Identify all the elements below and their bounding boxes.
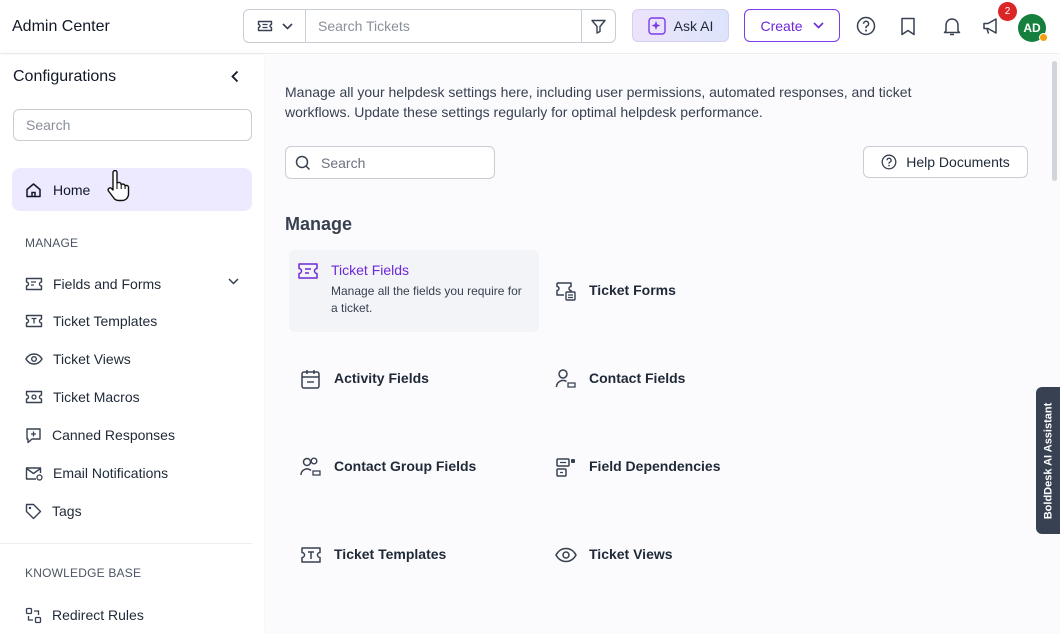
sidebar-item-ticket-templates[interactable]: Ticket Templates bbox=[25, 310, 245, 332]
chevron-down-icon bbox=[228, 278, 239, 285]
megaphone-icon bbox=[983, 18, 997, 34]
create-button[interactable]: Create bbox=[744, 9, 840, 42]
create-label: Create bbox=[760, 17, 803, 34]
card-activity-fields[interactable]: Activity Fields bbox=[300, 368, 429, 390]
card-description: Manage all the fields you require for a … bbox=[331, 284, 522, 315]
sidebar-title: Configurations bbox=[13, 68, 117, 85]
sidebar-item-ticket-macros[interactable]: Ticket Macros bbox=[25, 386, 245, 408]
ask-ai-button[interactable]: Ask AI bbox=[632, 9, 729, 42]
tag-icon bbox=[25, 503, 42, 519]
eye-icon bbox=[25, 353, 43, 365]
hand-cursor-icon bbox=[107, 170, 130, 202]
redirect-icon bbox=[25, 607, 42, 623]
ticket-search-group bbox=[243, 9, 616, 43]
ticket-icon bbox=[257, 20, 272, 32]
bookmark-button[interactable] bbox=[897, 15, 919, 37]
card-contact-fields[interactable]: Contact Fields bbox=[555, 368, 685, 390]
section-manage: MANAGE bbox=[25, 236, 79, 250]
ticket-template-icon bbox=[301, 547, 321, 563]
ticket-field-icon bbox=[25, 277, 43, 291]
card-label: Ticket Views bbox=[589, 546, 673, 562]
chevron-left-icon bbox=[231, 70, 239, 83]
ticket-search-input[interactable] bbox=[306, 10, 581, 42]
section-knowledge-base: KNOWLEDGE BASE bbox=[25, 566, 142, 580]
sidebar-item-label: Email Notifications bbox=[53, 465, 169, 481]
card-label: Contact Group Fields bbox=[334, 458, 477, 474]
sidebar-item-label: Tags bbox=[52, 503, 82, 519]
card-label: Ticket Forms bbox=[589, 282, 676, 298]
sidebar-item-ticket-views[interactable]: Ticket Views bbox=[25, 348, 245, 370]
question-circle-icon bbox=[856, 16, 876, 36]
chevron-down-icon bbox=[812, 22, 824, 29]
app-title: Admin Center bbox=[12, 18, 110, 35]
filter-icon bbox=[591, 19, 606, 34]
sidebar-item-home[interactable]: Home bbox=[12, 168, 252, 211]
contact-group-icon bbox=[300, 457, 321, 476]
card-ticket-views[interactable]: Ticket Views bbox=[555, 544, 673, 566]
card-label: Activity Fields bbox=[334, 370, 429, 386]
bookmark-icon bbox=[901, 17, 915, 35]
card-field-dependencies[interactable]: Field Dependencies bbox=[555, 456, 720, 478]
sidebar-item-redirect-rules[interactable]: Redirect Rules bbox=[25, 604, 245, 626]
card-ticket-templates[interactable]: Ticket Templates bbox=[300, 544, 446, 566]
sparkle-icon bbox=[647, 16, 666, 35]
top-bar: Admin Center Ask AI Create 2 AD bbox=[0, 0, 1060, 54]
divider bbox=[0, 543, 252, 544]
eye-icon bbox=[555, 547, 577, 563]
question-circle-icon bbox=[881, 154, 897, 170]
sidebar: Configurations Home MANAGE Fields and Fo… bbox=[0, 55, 264, 634]
scrollbar[interactable] bbox=[1052, 61, 1057, 181]
sidebar-item-label: Redirect Rules bbox=[52, 607, 144, 623]
calendar-icon bbox=[301, 370, 320, 389]
sidebar-item-tags[interactable]: Tags bbox=[25, 500, 245, 522]
field-dependency-icon bbox=[556, 458, 575, 477]
card-label: Ticket Fields bbox=[331, 262, 410, 278]
card-contact-group-fields[interactable]: Contact Group Fields bbox=[300, 456, 476, 478]
ask-ai-label: Ask AI bbox=[673, 17, 714, 34]
announcements-button[interactable] bbox=[981, 15, 1003, 37]
collapse-sidebar-button[interactable] bbox=[230, 70, 240, 83]
contact-icon bbox=[555, 369, 576, 388]
chevron-down-icon bbox=[281, 22, 293, 30]
notifications-button[interactable] bbox=[941, 15, 963, 37]
sidebar-item-label: Canned Responses bbox=[52, 427, 175, 443]
filter-button[interactable] bbox=[581, 10, 615, 42]
sidebar-item-label: Ticket Macros bbox=[53, 389, 140, 405]
card-ticket-forms[interactable]: Ticket Forms bbox=[555, 280, 676, 302]
search-type-dropdown[interactable] bbox=[244, 10, 306, 42]
card-label: Contact Fields bbox=[589, 370, 686, 386]
search-icon bbox=[295, 155, 311, 170]
ai-assistant-tab[interactable]: BoldDesk AI Assistant bbox=[1036, 387, 1060, 534]
notification-badge: 2 bbox=[998, 2, 1017, 21]
sidebar-item-email-notifications[interactable]: Email Notifications bbox=[25, 462, 245, 484]
ai-assistant-label: BoldDesk AI Assistant bbox=[1042, 402, 1054, 519]
sidebar-item-canned-responses[interactable]: Canned Responses bbox=[25, 424, 245, 446]
sidebar-search-input[interactable] bbox=[13, 109, 252, 141]
sidebar-item-label: Fields and Forms bbox=[53, 276, 162, 292]
help-documents-label: Help Documents bbox=[906, 154, 1010, 170]
sidebar-item-label: Ticket Templates bbox=[53, 313, 158, 329]
intro-text: Manage all your helpdesk settings here, … bbox=[285, 84, 912, 120]
help-button[interactable] bbox=[855, 15, 877, 37]
card-label: Field Dependencies bbox=[589, 458, 721, 474]
canned-response-icon bbox=[26, 427, 41, 443]
card-label: Ticket Templates bbox=[334, 546, 447, 562]
status-indicator bbox=[1039, 33, 1048, 42]
section-title-manage: Manage bbox=[285, 214, 353, 234]
ticket-field-icon bbox=[298, 263, 318, 279]
sidebar-item-fields-and-forms[interactable]: Fields and Forms bbox=[25, 273, 245, 295]
sidebar-item-label: Home bbox=[53, 181, 91, 198]
configurations-search[interactable] bbox=[285, 146, 495, 179]
sidebar-item-label: Ticket Views bbox=[53, 351, 131, 367]
bell-icon bbox=[943, 17, 961, 35]
macro-icon bbox=[25, 390, 43, 404]
ticket-template-icon bbox=[25, 314, 43, 328]
ticket-form-icon bbox=[556, 282, 576, 301]
card-ticket-fields[interactable]: Ticket Fields Manage all the fields you … bbox=[297, 260, 526, 317]
configurations-search-input[interactable] bbox=[321, 154, 481, 171]
main-content: Manage all your helpdesk settings here, … bbox=[265, 55, 1060, 634]
home-icon bbox=[26, 182, 41, 197]
help-documents-button[interactable]: Help Documents bbox=[863, 146, 1028, 178]
email-notification-icon bbox=[25, 466, 43, 481]
